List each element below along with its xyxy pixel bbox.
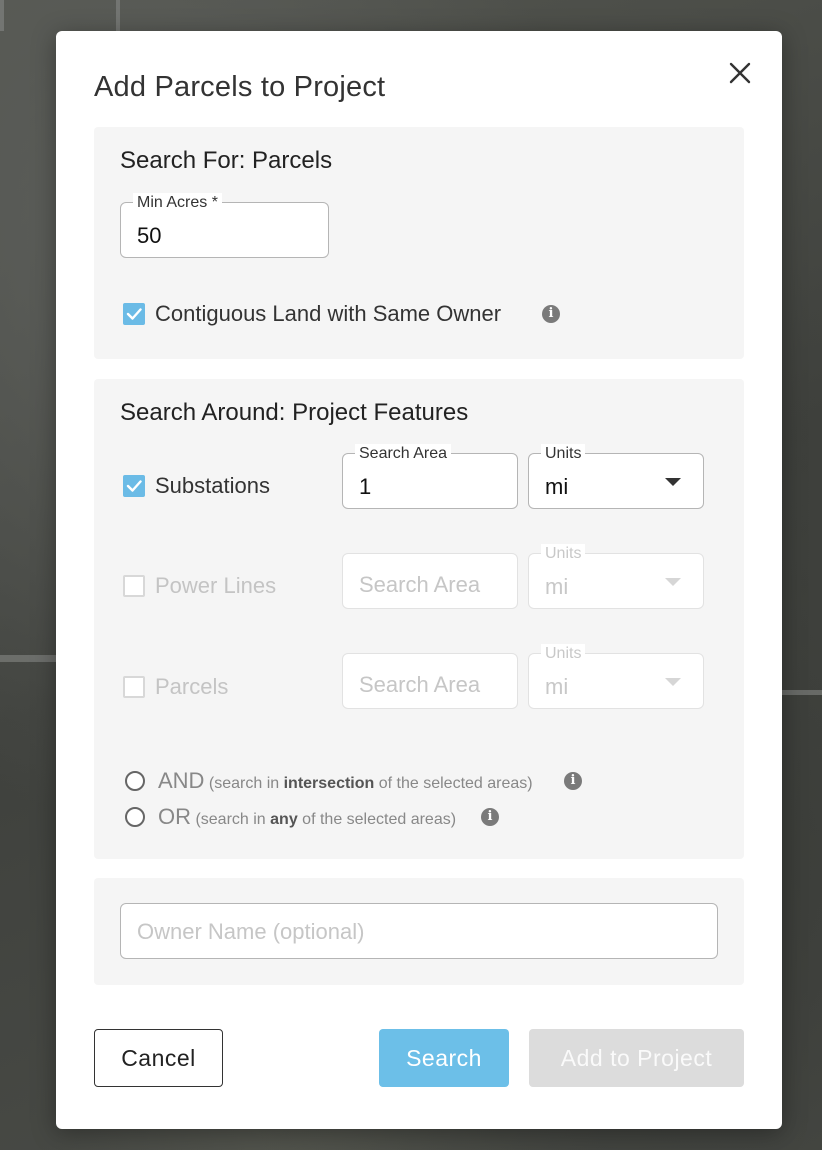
contiguous-checkbox[interactable] [123,303,145,325]
search-around-title: Search Around: Project Features [120,399,469,426]
and-desc-post: of the selected areas) [374,775,533,792]
search-for-title: Search For: Parcels [120,147,333,174]
search-around-section: Search Around: Project Features Substati… [94,379,744,859]
min-acres-label: Min Acres * [133,193,222,213]
or-option-label[interactable]: OR (search in any of the selected areas) [158,804,456,830]
checkmark-icon [126,480,142,492]
chevron-down-icon [665,678,681,686]
and-desc-pre: (search in [208,775,284,792]
units-value: mi [545,574,569,599]
and-radio[interactable] [125,771,145,791]
checkmark-icon [126,308,142,320]
substations-search-area-field[interactable]: Search Area 1 [342,444,518,509]
search-area-placeholder: Search Area [359,672,481,697]
close-button[interactable] [724,57,756,89]
map-seam [0,0,4,31]
units-label: Units [541,544,586,564]
chevron-down-icon [665,578,681,586]
owner-section: Owner Name (optional) [94,878,744,985]
owner-name-placeholder: Owner Name (optional) [137,919,365,944]
substations-label[interactable]: Substations [155,473,270,499]
chevron-down-icon [665,478,681,486]
and-desc-bold: intersection [283,775,375,792]
min-acres-value[interactable]: 50 [137,223,161,249]
search-button[interactable]: Search [379,1029,509,1087]
search-area-value[interactable]: 1 [359,474,371,500]
power-lines-checkbox[interactable] [123,575,145,597]
or-desc-pre: (search in [195,811,271,828]
info-icon[interactable]: i [564,772,582,790]
or-desc-bold: any [270,811,298,828]
power-lines-search-area-field[interactable]: Search Area [342,553,518,609]
search-for-section: Search For: Parcels Min Acres * 50 Conti… [94,127,744,359]
info-icon[interactable]: i [481,808,499,826]
contiguous-label[interactable]: Contiguous Land with Same Owner [155,301,501,327]
units-label: Units [541,644,586,664]
parcels-units-select[interactable]: Units mi [528,644,704,709]
or-keyword: OR [158,804,191,829]
search-area-placeholder: Search Area [359,572,481,597]
units-value: mi [545,674,569,699]
power-lines-units-select[interactable]: Units mi [528,544,704,609]
map-seam [782,690,822,695]
add-parcels-dialog: Add Parcels to Project Search For: Parce… [56,31,782,1129]
search-area-label: Search Area [355,444,452,464]
substations-checkbox[interactable] [123,475,145,497]
and-option-label[interactable]: AND (search in intersection of the selec… [158,768,533,794]
add-to-project-button[interactable]: Add to Project [529,1029,744,1087]
dialog-title: Add Parcels to Project [94,71,386,103]
owner-name-input[interactable]: Owner Name (optional) [120,903,718,959]
or-radio[interactable] [125,807,145,827]
parcels-search-area-field[interactable]: Search Area [342,653,518,709]
or-desc-post: of the selected areas) [297,811,457,828]
map-seam [0,655,56,662]
min-acres-field[interactable]: Min Acres * 50 [120,193,329,258]
parcels-checkbox[interactable] [123,676,145,698]
units-value: mi [545,474,569,499]
close-icon [729,62,751,84]
and-keyword: AND [158,768,205,793]
map-seam [116,0,120,31]
substations-units-select[interactable]: Units mi [528,444,704,509]
power-lines-label[interactable]: Power Lines [155,573,276,599]
parcels-label[interactable]: Parcels [155,674,228,700]
units-label: Units [541,444,586,464]
cancel-button[interactable]: Cancel [94,1029,223,1087]
info-icon[interactable]: i [542,305,560,323]
